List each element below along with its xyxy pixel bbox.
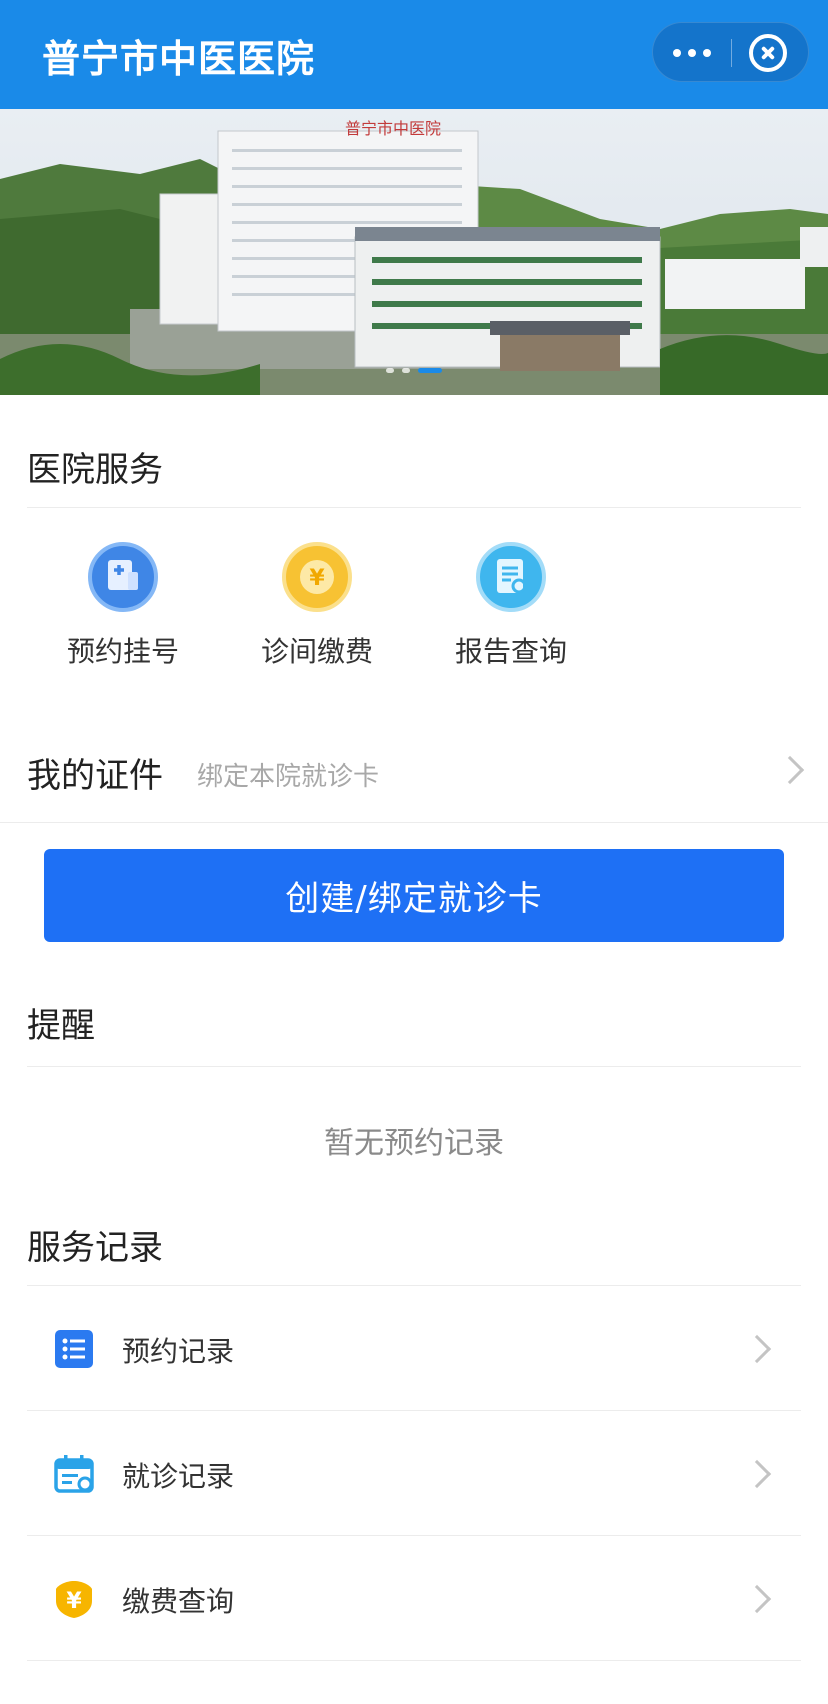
service-label: 报告查询 bbox=[454, 635, 567, 668]
my-certificates-row[interactable]: 我的证件 绑定本院就诊卡 bbox=[0, 730, 828, 810]
page-title: 普宁市中医医院 bbox=[42, 37, 316, 81]
service-clinic-payment[interactable]: ¥ 诊间缴费 bbox=[242, 542, 392, 670]
building-sign: 普宁市中医院 bbox=[345, 119, 441, 138]
service-records-title: 服务记录 bbox=[27, 1228, 163, 1268]
capsule-divider bbox=[731, 39, 732, 67]
svg-text:¥: ¥ bbox=[66, 1589, 82, 1614]
service-register[interactable]: 预约挂号 bbox=[48, 542, 198, 670]
hospital-banner[interactable]: 普宁市中医院 bbox=[0, 109, 828, 395]
record-label: 预约记录 bbox=[122, 1335, 235, 1368]
divider bbox=[27, 1066, 801, 1067]
carousel-indicator bbox=[386, 368, 442, 373]
record-payments[interactable]: ¥ 缴费查询 bbox=[27, 1536, 801, 1660]
empty-reminder-text: 暂无预约记录 bbox=[324, 1126, 504, 1161]
record-appointments[interactable]: 预约记录 bbox=[27, 1286, 801, 1410]
service-report-query[interactable]: 报告查询 bbox=[436, 542, 586, 670]
chevron-right-icon bbox=[742, 1459, 772, 1489]
divider bbox=[27, 507, 801, 508]
close-circle-icon[interactable] bbox=[749, 34, 787, 72]
hospital-photo: 普宁市中医院 bbox=[0, 109, 828, 395]
reminder-title: 提醒 bbox=[27, 1006, 95, 1046]
more-dots-icon[interactable] bbox=[653, 23, 731, 83]
calendar-icon bbox=[54, 1454, 94, 1494]
divider bbox=[27, 1660, 801, 1661]
record-label: 就诊记录 bbox=[122, 1460, 235, 1493]
record-label: 缴费查询 bbox=[122, 1585, 235, 1618]
create-bind-card-button[interactable]: 创建/绑定就诊卡 bbox=[44, 849, 784, 942]
my-certificates-title: 我的证件 bbox=[27, 756, 163, 796]
hospital-services-title: 医院服务 bbox=[27, 450, 163, 490]
svg-text:¥: ¥ bbox=[309, 566, 325, 591]
bind-card-hint: 绑定本院就诊卡 bbox=[197, 762, 380, 792]
mini-program-capsule bbox=[652, 22, 809, 82]
yuan-icon: ¥ bbox=[282, 542, 352, 612]
record-visits[interactable]: 就诊记录 bbox=[27, 1411, 801, 1535]
report-icon bbox=[476, 542, 546, 612]
yuan-shield-icon: ¥ bbox=[54, 1579, 94, 1619]
register-icon bbox=[88, 542, 158, 612]
divider bbox=[0, 822, 828, 823]
service-label: 诊间缴费 bbox=[260, 635, 373, 668]
service-label: 预约挂号 bbox=[66, 635, 179, 668]
chevron-right-icon bbox=[742, 1334, 772, 1364]
chevron-right-icon bbox=[742, 1584, 772, 1614]
top-bar: 普宁市中医医院 bbox=[0, 0, 828, 109]
list-icon bbox=[54, 1329, 94, 1369]
chevron-right-icon bbox=[775, 755, 805, 785]
